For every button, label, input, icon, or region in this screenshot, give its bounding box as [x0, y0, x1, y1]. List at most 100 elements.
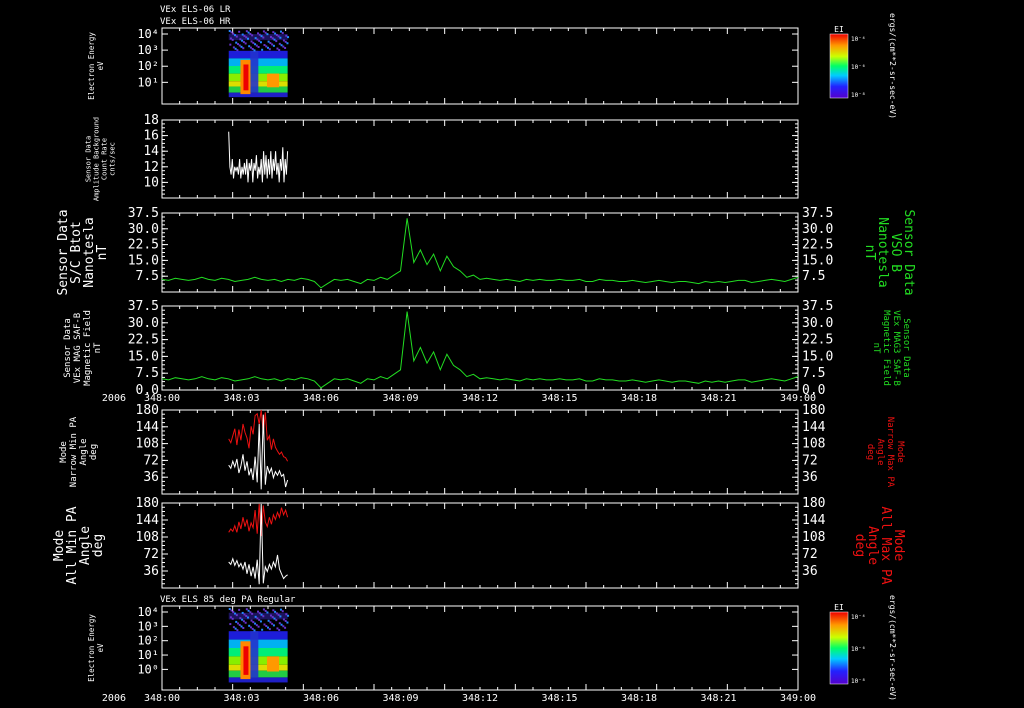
- heatmap-speck: [230, 609, 233, 612]
- x-tick-label: 348:03: [223, 693, 259, 704]
- y-tick-label: 10⁰: [137, 662, 159, 676]
- x-tick-label: 348:06: [303, 693, 339, 704]
- heatmap-speck: [242, 620, 245, 623]
- y-axis-label: Mode Narrow Min PA Angle deg: [59, 416, 99, 487]
- heatmap-speck: [279, 36, 282, 39]
- heatmap-speck: [240, 45, 243, 48]
- heatmap-speck: [279, 615, 282, 618]
- heatmap-speck: [272, 609, 275, 612]
- heatmap-speck: [238, 30, 241, 33]
- panel-frame: [161, 502, 799, 589]
- y-tick-label-right: 22.5: [802, 238, 833, 253]
- heatmap-speck: [285, 613, 288, 616]
- y-tick-label-right: 36: [802, 564, 818, 579]
- y-tick-label: 180: [136, 496, 159, 511]
- heatmap-speck: [267, 40, 270, 43]
- heatmap-image: [228, 608, 290, 683]
- heatmap-speck: [235, 35, 238, 38]
- heatmap-speck: [257, 625, 260, 628]
- heatmap-speck: [244, 621, 247, 624]
- heatmap-speck: [286, 42, 289, 45]
- heatmap-speck: [277, 35, 280, 38]
- heatmap-speck: [267, 626, 270, 629]
- heatmap-gap: [250, 631, 259, 678]
- heatmap-speck: [229, 623, 232, 626]
- heatmap-speck: [239, 617, 242, 620]
- y-tick-label-right: 144: [802, 513, 826, 528]
- x-tick-label: 348:21: [700, 393, 736, 404]
- heatmap-speck: [256, 617, 259, 620]
- y-tick-label: 15.0: [128, 253, 159, 268]
- y-tick-label-right: 30.0: [802, 316, 833, 331]
- heatmap-speck: [275, 612, 278, 615]
- y-tick-label: 22.5: [128, 238, 159, 253]
- y-axis-label-line-1: Mode: [59, 441, 69, 463]
- heatmap-band: [228, 677, 288, 683]
- heatmap-speck: [261, 48, 264, 51]
- heatmap-speck: [262, 615, 265, 618]
- panel-frame: [161, 119, 799, 199]
- heatmap-speck: [248, 45, 251, 48]
- right-axis-label-line-4: deg: [852, 534, 867, 557]
- heatmap-speck: [278, 622, 281, 625]
- heatmap-speck: [276, 47, 279, 50]
- heatmap-speck: [284, 40, 287, 43]
- panel-2: 1012141618: [143, 113, 799, 199]
- heatmap-speck: [272, 31, 275, 34]
- heatmap-speck: [250, 40, 253, 43]
- heatmap-speck: [257, 32, 260, 35]
- heatmap-speck: [246, 616, 249, 619]
- y-axis-label-line-1: Electron Energy: [87, 614, 96, 682]
- heatmap-speck: [232, 46, 235, 49]
- heatmap-speck: [272, 624, 275, 627]
- heatmap-speck: [244, 42, 247, 45]
- y-axis-label: Sensor DataS/C BtotNanoteslanT: [56, 209, 110, 295]
- y-tick-label: 10²: [137, 59, 159, 73]
- heatmap-speck: [252, 41, 255, 44]
- right-axis-label: Sensor DataVSO BNanoteslanT: [862, 209, 916, 295]
- x-axis-year-label: 2006: [102, 393, 126, 404]
- heatmap-speck: [263, 44, 266, 47]
- y-tick-label: 10⁴: [137, 27, 159, 41]
- y-tick-label-right: 36: [802, 470, 818, 485]
- y-axis-label-line-1: Sensor Data: [84, 136, 92, 182]
- y-tick-label: 10³: [137, 43, 159, 57]
- colorbar-tick-label: 10⁻⁸: [851, 92, 865, 99]
- y-tick-label-right: 7.5: [802, 366, 825, 381]
- series-white: [228, 131, 289, 183]
- heatmap-speck: [250, 619, 253, 622]
- heatmap-speck: [236, 43, 239, 46]
- y-tick-label: 36: [143, 564, 159, 579]
- colorbar-tick-label: 10⁻⁶: [851, 64, 865, 71]
- series-green: [161, 311, 799, 389]
- y-tick-label: 144: [136, 513, 160, 528]
- heatmap-speck: [278, 42, 281, 45]
- heatmap-speck: [241, 33, 244, 36]
- y-tick-label: 108: [136, 437, 159, 452]
- y-axis-label-line-4: cnts/sec: [108, 142, 116, 176]
- right-axis-label-line-3: Angle: [875, 438, 885, 465]
- mid-panel-title: VEx ELS 85 deg PA Regular: [160, 595, 296, 605]
- y-tick-label: 36: [143, 470, 159, 485]
- heatmap-speck: [228, 608, 231, 610]
- colorbar-gradient: [829, 611, 849, 685]
- heatmap-hotspot: [267, 73, 280, 88]
- y-axis-label: Electron Energy eV: [87, 32, 105, 100]
- heatmap-speck: [234, 612, 237, 615]
- heatmap-speck: [254, 622, 257, 625]
- heatmap-speck: [264, 31, 267, 34]
- heatmap-speck: [243, 613, 246, 616]
- heatmap-speck: [235, 41, 238, 44]
- heatmap-hotspot: [243, 646, 249, 675]
- y-tick-label: 10¹: [137, 648, 159, 662]
- heatmap-speck: [271, 616, 274, 619]
- heatmap-speck: [236, 622, 239, 625]
- colorbar-tick-label: 10⁻⁶: [851, 646, 865, 653]
- heatmap-speck: [281, 31, 284, 34]
- heatmap-speck: [245, 36, 248, 39]
- heatmap-speck: [234, 34, 237, 37]
- heatmap-speck: [278, 48, 281, 51]
- heatmap-speck: [280, 44, 283, 47]
- y-tick-label-right: 72: [802, 547, 818, 562]
- heatmap-speck: [257, 46, 260, 49]
